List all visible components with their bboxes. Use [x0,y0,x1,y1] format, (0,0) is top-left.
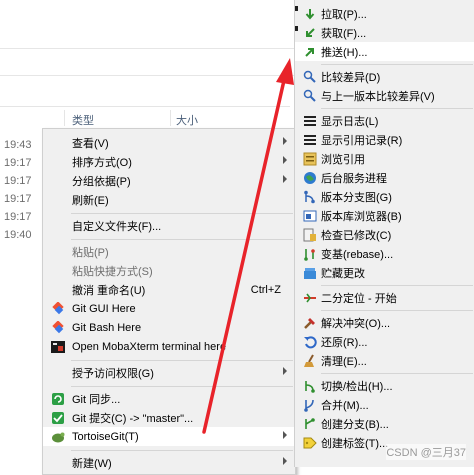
watermark: CSDN @三月37 [386,444,466,460]
annotation-arrow [202,58,294,434]
